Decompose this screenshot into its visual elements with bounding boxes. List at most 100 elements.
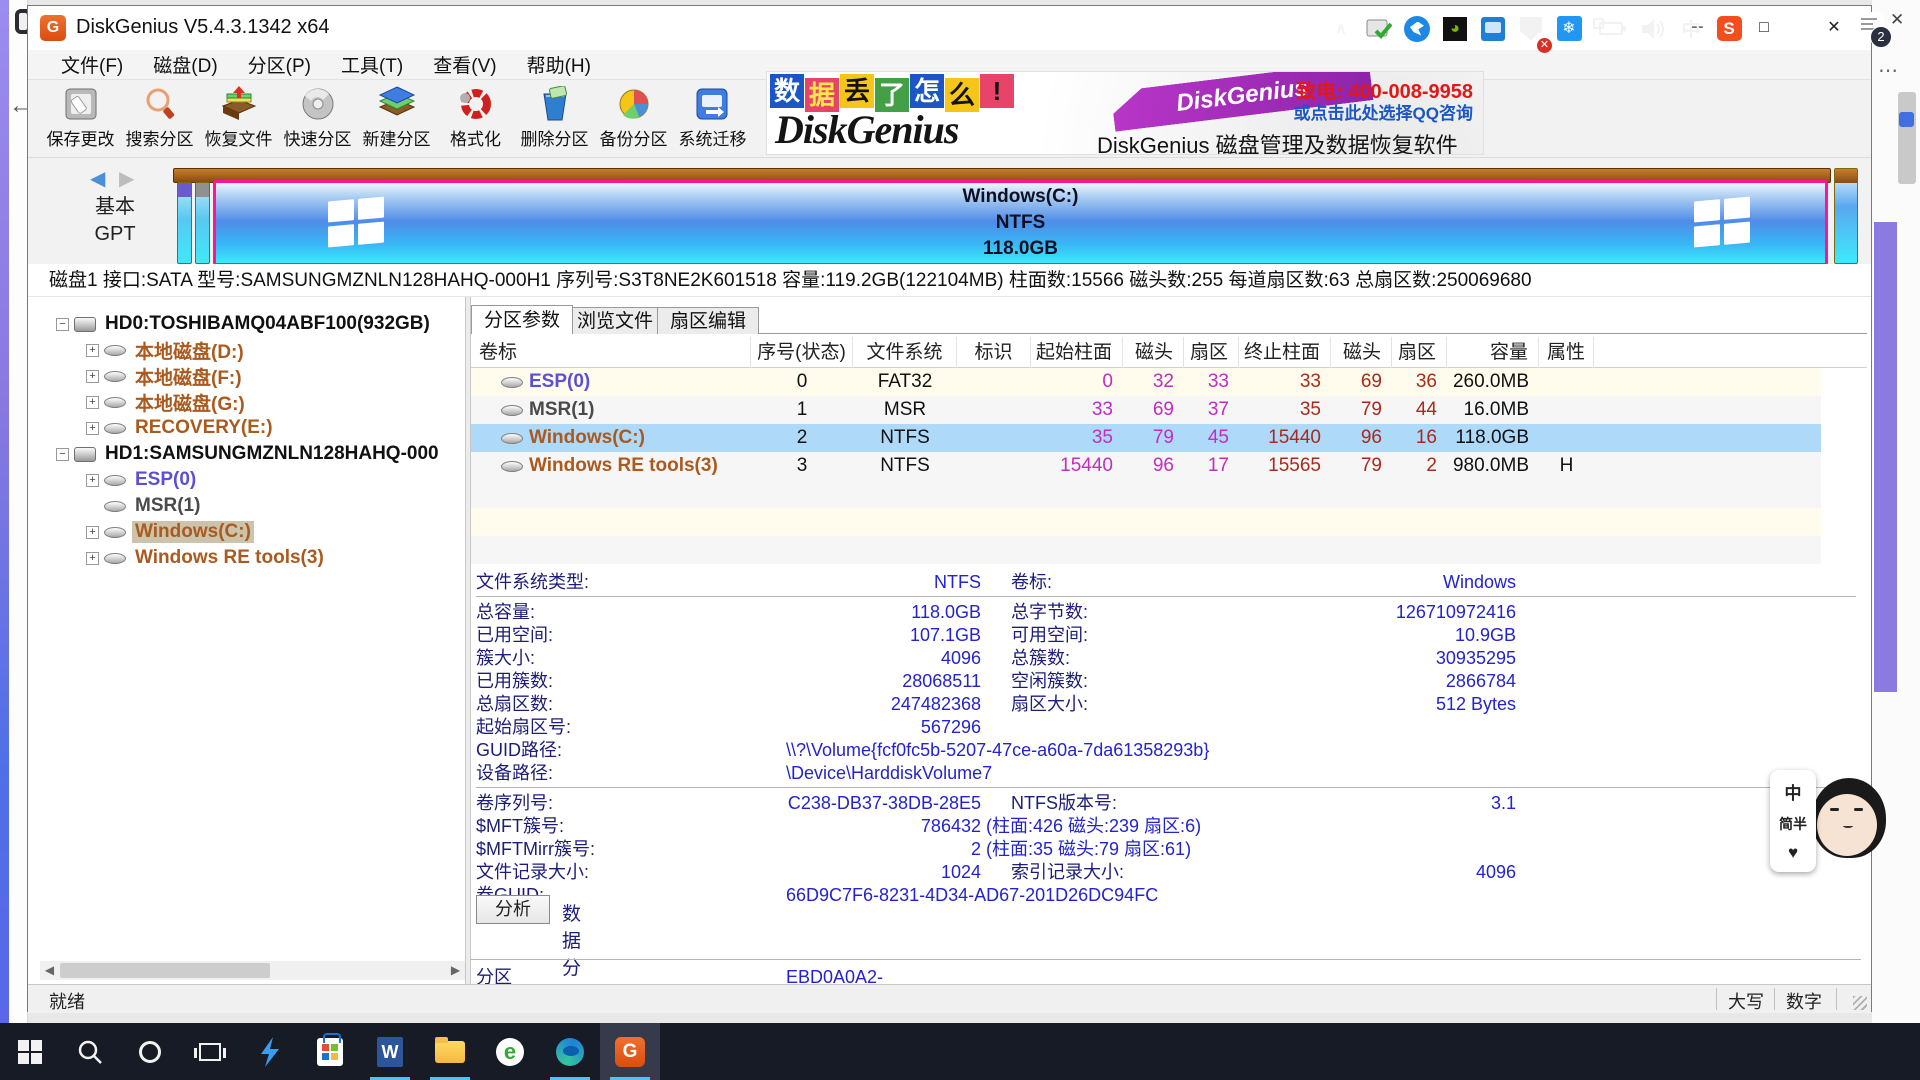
tray-volume[interactable] (1634, 0, 1672, 57)
tree-item-hd0-toshibamq04abf100-932gb-[interactable]: −HD0:TOSHIBAMQ04ABF100(932GB) (40, 311, 465, 337)
scroll-right-arrow-icon[interactable]: ▶ (446, 961, 465, 980)
prev-disk-arrow-icon[interactable]: ◀ (90, 168, 109, 190)
column-header[interactable]: 属性 (1539, 337, 1594, 368)
edge-button[interactable] (540, 1023, 600, 1080)
browser-360-button[interactable]: e (480, 1023, 540, 1080)
tree-item--f-[interactable]: +本地磁盘(F:) (40, 363, 465, 389)
promo-banner[interactable]: 数据丢了怎么! DiskGenius DiskGenius 致电: 400-00… (766, 71, 1484, 155)
expand-icon[interactable]: + (86, 552, 99, 565)
next-disk-arrow-icon[interactable]: ▶ (119, 168, 138, 190)
column-header[interactable]: 终止柱面 (1239, 337, 1331, 368)
menu-tools[interactable]: 工具(T) (328, 49, 416, 80)
file-explorer-button[interactable] (420, 1023, 480, 1080)
taskbar-search-button[interactable] (60, 1023, 120, 1080)
column-header[interactable]: 扇区 (1392, 337, 1447, 368)
tree-item-windows-re-tools-3-[interactable]: +Windows RE tools(3) (40, 545, 465, 571)
tree-item-recovery-e-[interactable]: +RECOVERY(E:) (40, 415, 465, 441)
tray-intel[interactable] (1474, 0, 1512, 57)
column-header[interactable]: 标识 (957, 337, 1031, 368)
column-header[interactable]: 文件系统 (853, 337, 957, 368)
tree-item--d-[interactable]: +本地磁盘(D:) (40, 337, 465, 363)
column-header[interactable]: 磁头 (1123, 337, 1184, 368)
tree-item--g-[interactable]: +本地磁盘(G:) (40, 389, 465, 415)
tab-sector-edit[interactable]: 扇区编辑 (657, 307, 759, 334)
scroll-left-arrow-icon[interactable]: ◀ (40, 961, 59, 980)
quick-partition-button[interactable]: 快速分区 (278, 82, 357, 156)
tray-checker-app[interactable] (1360, 0, 1398, 57)
system-migration-button[interactable]: 系统迁移 (673, 82, 752, 156)
menu-file[interactable]: 文件(F) (48, 49, 136, 80)
taskbar-clock[interactable]: 18:37 2022/5/9 (1745, 5, 1845, 51)
tree-item-msr-1-[interactable]: MSR(1) (40, 493, 465, 519)
expand-icon[interactable]: + (86, 526, 99, 539)
notification-center-button[interactable]: 2 (1856, 12, 1888, 44)
search-partition-button[interactable]: 搜索分区 (120, 82, 199, 156)
analyze-button[interactable]: 分析 (476, 895, 550, 924)
start-button[interactable] (0, 1023, 60, 1080)
tray-dingtalk[interactable] (1398, 0, 1436, 57)
recover-files-button[interactable]: 恢复文件 (199, 82, 278, 156)
background-menu-dots-icon[interactable]: ⋯ (1878, 58, 1899, 83)
column-header[interactable]: 卷标 (471, 337, 751, 368)
ime-mode-chinese[interactable]: 中 (1785, 779, 1802, 804)
tab-browse-files[interactable]: 浏览文件 (564, 307, 666, 334)
table-row-windows-re-tools-3-[interactable]: Windows RE tools(3)3NTFS1544096171556579… (471, 452, 1821, 480)
menu-view[interactable]: 查看(V) (420, 49, 509, 80)
tray-ime-indicator[interactable]: 中 (1672, 0, 1710, 57)
detail-value: 10.9GB (1011, 624, 1516, 647)
tab-partition-params[interactable]: 分区参数 (471, 305, 573, 334)
expand-icon[interactable]: + (86, 422, 99, 435)
table-row-windows-c-[interactable]: Windows(C:)2NTFS357945154409616118.0GB (471, 424, 1821, 452)
column-header[interactable]: 磁头 (1331, 337, 1392, 368)
column-header[interactable]: 容量 (1447, 337, 1539, 368)
tree-item-windows-c-[interactable]: +Windows(C:) (40, 519, 465, 545)
cortana-button[interactable] (120, 1023, 180, 1080)
windows-c-partition-bar[interactable]: Windows(C:) NTFS 118.0GB (213, 180, 1828, 266)
expand-icon[interactable]: + (86, 370, 99, 383)
collapse-icon[interactable]: − (56, 318, 69, 331)
delete-partition-button[interactable]: 删除分区 (515, 82, 594, 156)
collapse-icon[interactable]: − (56, 448, 69, 461)
esp-partition-bar[interactable] (177, 182, 192, 264)
tree-horizontal-scrollbar[interactable]: ◀ ▶ (40, 961, 465, 980)
backup-partition-button[interactable]: 备份分区 (594, 82, 673, 156)
ime-avatar[interactable] (1812, 778, 1886, 864)
banner-qq-link[interactable]: 或点击此处选择QQ咨询 (1294, 99, 1473, 124)
resize-grip[interactable] (1853, 996, 1867, 1010)
diskgenius-taskbar-button[interactable]: G (600, 1023, 660, 1080)
task-view-button[interactable] (180, 1023, 240, 1080)
column-header[interactable]: 起始柱面 (1031, 337, 1123, 368)
tray-battery[interactable] (1588, 0, 1634, 57)
expand-icon[interactable]: + (86, 474, 99, 487)
tree-item-hd1-samsungmznln128hahq-000[interactable]: −HD1:SAMSUNGMZNLN128HAHQ-000 (40, 441, 465, 467)
expand-icon[interactable]: + (86, 396, 99, 409)
menu-help[interactable]: 帮助(H) (514, 49, 604, 80)
ime-heart-icon[interactable]: ♥ (1788, 843, 1798, 863)
background-scrollbar-thumb[interactable] (1898, 92, 1916, 184)
store-button[interactable] (300, 1023, 360, 1080)
menu-disk[interactable]: 磁盘(D) (140, 49, 230, 80)
column-header[interactable]: 序号(状态) (751, 337, 853, 368)
new-partition-button[interactable]: 新建分区 (357, 82, 436, 156)
tray-security[interactable]: ✕ (1512, 0, 1550, 57)
format-button[interactable]: 格式化 (436, 82, 515, 156)
tray-nvidia[interactable]: ◕ (1436, 0, 1474, 57)
table-row-esp-0-[interactable]: ESP(0)0FAT3203233336936260.0MB (471, 368, 1821, 396)
column-header[interactable]: 扇区 (1184, 337, 1239, 368)
scrollbar-thumb[interactable] (60, 963, 270, 978)
tray-chevron-up[interactable]: ∧ (1322, 0, 1360, 57)
expand-icon[interactable]: + (86, 344, 99, 357)
background-close-icon[interactable]: ✕ (1890, 10, 1904, 30)
ime-mode-simplified-half[interactable]: 简半 (1779, 814, 1807, 834)
tray-snowflake-app[interactable]: ❄ (1550, 0, 1588, 57)
input-method-widget[interactable]: 中 简半 ♥ (1770, 770, 1816, 872)
flash-app-button[interactable] (240, 1023, 300, 1080)
tree-item-esp-0-[interactable]: +ESP(0) (40, 467, 465, 493)
word-button[interactable]: W (360, 1023, 420, 1080)
msr-partition-bar[interactable] (195, 182, 210, 264)
save-changes-button[interactable]: 保存更改 (41, 82, 120, 156)
tray-sogou[interactable]: S (1710, 0, 1748, 57)
table-row-msr-1-[interactable]: MSR(1)1MSR33693735794416.0MB (471, 396, 1821, 424)
windows-re-partition-bar[interactable] (1834, 168, 1858, 264)
menu-partition[interactable]: 分区(P) (235, 49, 324, 80)
